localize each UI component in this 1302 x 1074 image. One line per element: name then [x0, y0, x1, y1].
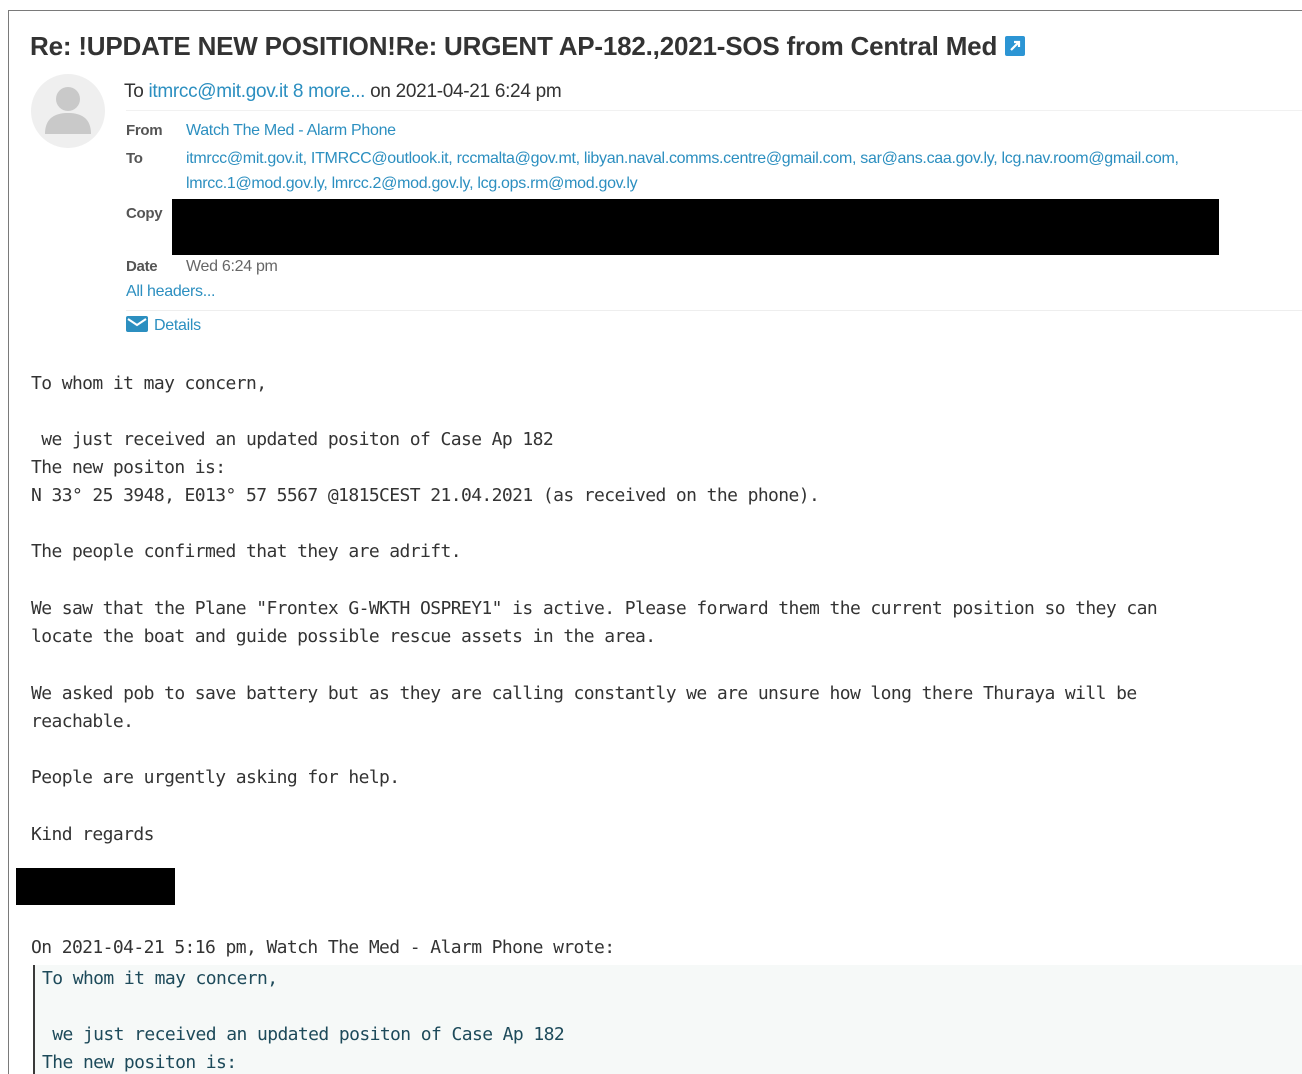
quote-line: The new positon is:: [42, 1052, 237, 1073]
details-link[interactable]: Details: [126, 315, 201, 335]
body-closing: Kind regards: [31, 824, 154, 845]
body-line: We saw that the Plane "Frontex G-WKTH OS…: [31, 598, 1158, 619]
summary-date: on 2021-04-21 6:24 pm: [365, 81, 562, 102]
body-line: The new positon is:: [31, 457, 226, 478]
body-greeting: To whom it may concern,: [31, 373, 267, 394]
body-line: reachable.: [31, 711, 134, 732]
redaction-block: [172, 199, 1219, 255]
to-value-line1[interactable]: itmrcc@mit.gov.it, ITMRCC@outlook.it, rc…: [186, 150, 1179, 168]
recipient-summary: To itmrcc@mit.gov.it 8 more... on 2021-0…: [124, 81, 562, 103]
recipients-link[interactable]: itmrcc@mit.gov.it 8 more...: [148, 81, 365, 102]
body-line: we just received an updated positon of C…: [31, 429, 554, 450]
date-value: Wed 6:24 pm: [186, 258, 278, 275]
signature-redaction: [16, 868, 175, 905]
mail-icon: [126, 315, 148, 332]
summary-to-prefix: To: [124, 81, 149, 102]
quote-line: we just received an updated positon of C…: [42, 1024, 565, 1045]
message-subject: Re: !UPDATE NEW POSITION!Re: URGENT AP-1…: [30, 31, 1026, 62]
quote-intro: On 2021-04-21 5:16 pm, Watch The Med - A…: [31, 937, 615, 958]
body-line: The people confirmed that they are adrif…: [31, 541, 462, 562]
header-separator: [126, 310, 1302, 311]
quote-greeting: To whom it may concern,: [42, 968, 278, 989]
from-value[interactable]: Watch The Med - Alarm Phone: [186, 122, 396, 140]
subject-text: Re: !UPDATE NEW POSITION!Re: URGENT AP-1…: [30, 31, 998, 61]
all-headers-link[interactable]: All headers...: [126, 283, 215, 301]
date-label: Date: [126, 258, 158, 275]
body-line: N 33° 25 3948, E013° 57 5567 @1815CEST 2…: [31, 485, 820, 506]
quote-bar: [33, 965, 35, 1074]
body-line: locate the boat and guide possible rescu…: [31, 626, 656, 647]
external-link-icon[interactable]: [1005, 36, 1026, 57]
details-label: Details: [154, 317, 201, 334]
avatar-icon: [31, 74, 105, 148]
to-label: To: [126, 150, 143, 167]
from-label: From: [126, 122, 163, 139]
to-value-line2[interactable]: lmrcc.1@mod.gov.ly, lmrcc.2@mod.gov.ly, …: [186, 175, 638, 193]
body-line: People are urgently asking for help.: [31, 767, 400, 788]
body-line: We asked pob to save battery but as they…: [31, 683, 1137, 704]
copy-label: Copy: [126, 205, 163, 222]
